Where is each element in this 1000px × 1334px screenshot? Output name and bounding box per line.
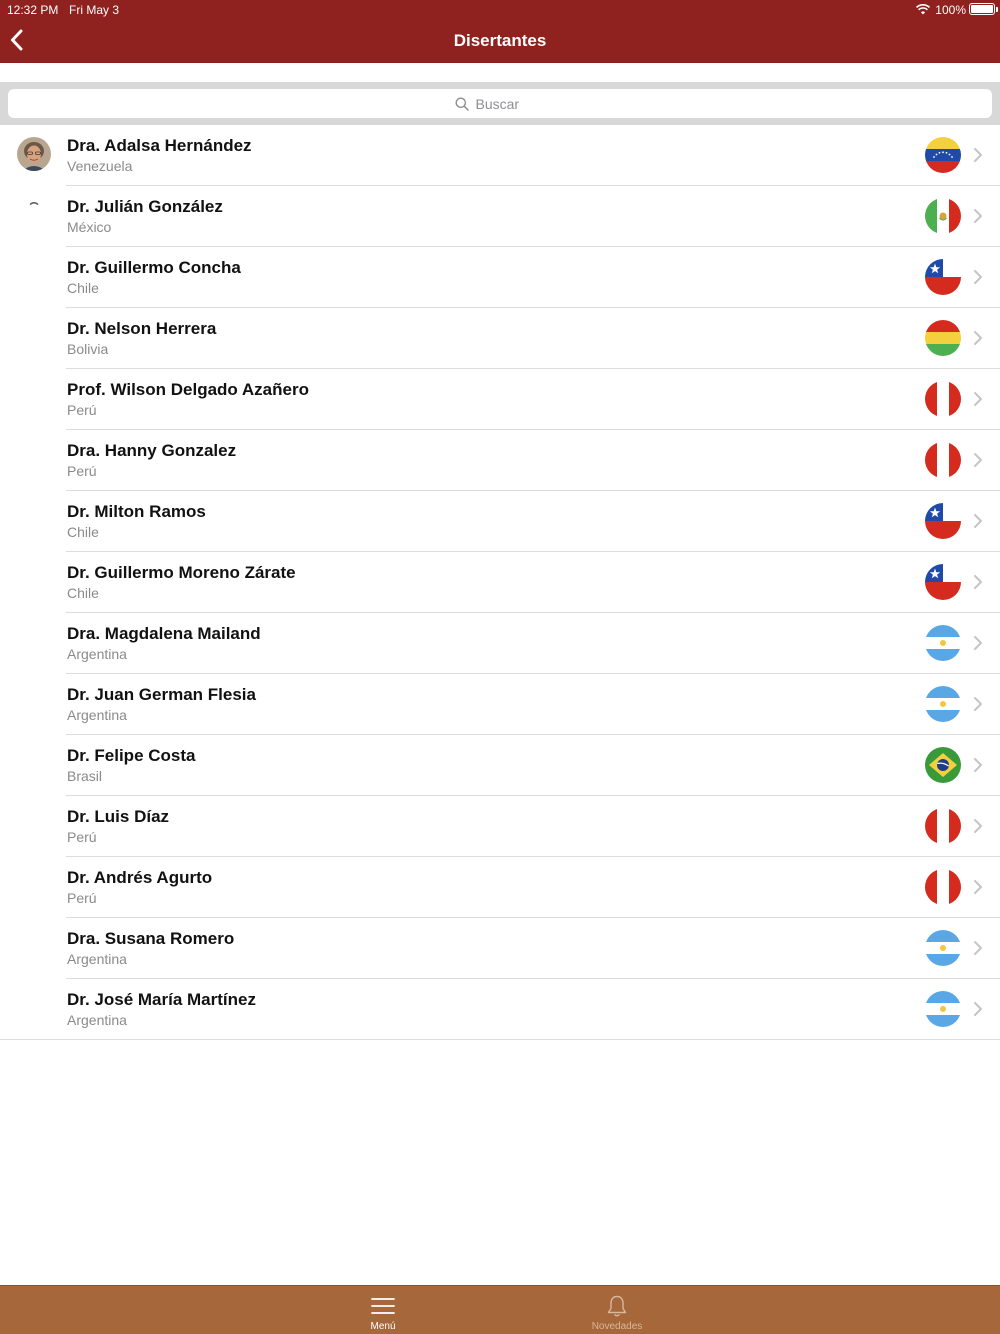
speaker-row[interactable]: Dr. José María Martínez Argentina [0,979,1000,1040]
bell-icon [607,1295,627,1317]
status-date: Fri May 3 [69,3,120,17]
chile-flag-icon [925,503,961,539]
speaker-row[interactable]: Dr. Milton Ramos Chile [0,491,1000,552]
search-input[interactable] [475,95,546,112]
speaker-country: Bolivia [67,341,109,357]
speaker-row[interactable]: Dr. Julián González México [0,186,1000,247]
speaker-row[interactable]: Prof. Wilson Delgado Azañero Perú [0,369,1000,430]
speaker-row[interactable]: Dra. Susana Romero Argentina [0,918,1000,979]
speaker-row[interactable]: Dr. Nelson Herrera Bolivia [0,308,1000,369]
speaker-list: Dra. Adalsa Hernández Venezuela Dr. Juli… [0,125,1000,1040]
chile-flag-icon [925,564,961,600]
speaker-country: Brasil [67,768,103,784]
speaker-name: Dr. Guillermo Concha [67,258,241,277]
tab-novedades[interactable]: Novedades [557,1286,677,1334]
status-time: 12:32 PM [7,3,59,17]
hamburger-menu-icon [371,1298,395,1314]
speaker-country: Argentina [67,646,127,662]
speaker-country: Chile [67,585,99,601]
chevron-right-icon [974,758,982,772]
chevron-right-icon [974,453,982,467]
speaker-country: Perú [67,402,97,418]
speaker-country: Argentina [67,1012,127,1028]
speaker-name: Dr. Juan German Flesia [67,685,256,704]
argentina-flag-icon [925,625,961,661]
chevron-right-icon [974,941,982,955]
argentina-flag-icon [925,930,961,966]
speaker-name: Dr. Felipe Costa [67,746,196,765]
speaker-name: Dra. Hanny Gonzalez [67,441,237,460]
chevron-right-icon [974,514,982,528]
speaker-country: Chile [67,524,99,540]
speaker-row[interactable]: Dr. Juan German Flesia Argentina [0,674,1000,735]
tab-menu-label: Menú [370,1321,396,1332]
avatar [17,137,51,171]
search-icon [455,97,469,111]
speaker-row[interactable]: Dr. Luis Díaz Perú [0,796,1000,857]
argentina-flag-icon [925,686,961,722]
bolivia-flag-icon [925,320,961,356]
search-bar-container [0,82,1000,125]
chevron-right-icon [974,148,982,162]
speaker-name: Dra. Magdalena Mailand [67,624,261,643]
speaker-country: Perú [67,890,97,906]
speaker-country: Venezuela [67,158,133,174]
chevron-right-icon [974,392,982,406]
speaker-country: Argentina [67,951,127,967]
speaker-name: Dr. José María Martínez [67,990,256,1009]
speaker-row[interactable]: Dr. Felipe Costa Brasil [0,735,1000,796]
speaker-name: Dr. Julián González [67,197,223,216]
venezuela-flag-icon [925,137,961,173]
speaker-name: Prof. Wilson Delgado Azañero [67,380,309,399]
speaker-row[interactable]: Dr. Guillermo Moreno Zárate Chile [0,552,1000,613]
speaker-country: Perú [67,829,97,845]
speaker-name: Dra. Adalsa Hernández [67,136,252,155]
speaker-country: México [67,219,112,235]
peru-flag-icon [925,869,961,905]
peru-flag-icon [925,381,961,417]
argentina-flag-icon [925,991,961,1027]
chevron-right-icon [974,697,982,711]
chevron-right-icon [974,270,982,284]
chevron-right-icon [974,636,982,650]
chevron-right-icon [974,819,982,833]
speaker-name: Dra. Susana Romero [67,929,235,948]
battery-icon [969,3,998,15]
brasil-flag-icon [925,747,961,783]
speaker-country: Chile [67,280,99,296]
mexico-flag-icon [925,198,961,234]
speaker-country: Argentina [67,707,127,723]
speaker-row[interactable]: Dra. Magdalena Mailand Argentina [0,613,1000,674]
tab-menu[interactable]: Menú [323,1286,443,1334]
chevron-right-icon [974,331,982,345]
tab-bar: Menú Novedades [0,1285,1000,1334]
chevron-right-icon [974,880,982,894]
chevron-right-icon [974,209,982,223]
speaker-name: Dr. Guillermo Moreno Zárate [67,563,296,582]
speaker-name: Dr. Nelson Herrera [67,319,217,338]
peru-flag-icon [925,808,961,844]
chevron-right-icon [974,1002,982,1016]
tab-novedades-label: Novedades [591,1321,643,1332]
battery-percentage: 100% [935,3,966,17]
page-title: Disertantes [453,31,547,50]
speaker-row[interactable]: Dr. Andrés Agurto Perú [0,857,1000,918]
speaker-name: Dr. Andrés Agurto [67,868,213,887]
speaker-name: Dr. Milton Ramos [67,502,206,521]
navigation-bar: 12:32 PM Fri May 3 100% Disertantes [0,0,1000,63]
speaker-name: Dr. Luis Díaz [67,807,170,826]
wifi-icon [916,4,930,15]
chile-flag-icon [925,259,961,295]
peru-flag-icon [925,442,961,478]
search-field[interactable] [8,89,992,118]
loading-spinner-icon [29,202,39,205]
speaker-row[interactable]: Dr. Guillermo Concha Chile [0,247,1000,308]
speaker-row[interactable]: Dra. Hanny Gonzalez Perú [0,430,1000,491]
speaker-row[interactable]: Dra. Adalsa Hernández Venezuela [0,125,1000,186]
chevron-right-icon [974,575,982,589]
speaker-country: Perú [67,463,97,479]
